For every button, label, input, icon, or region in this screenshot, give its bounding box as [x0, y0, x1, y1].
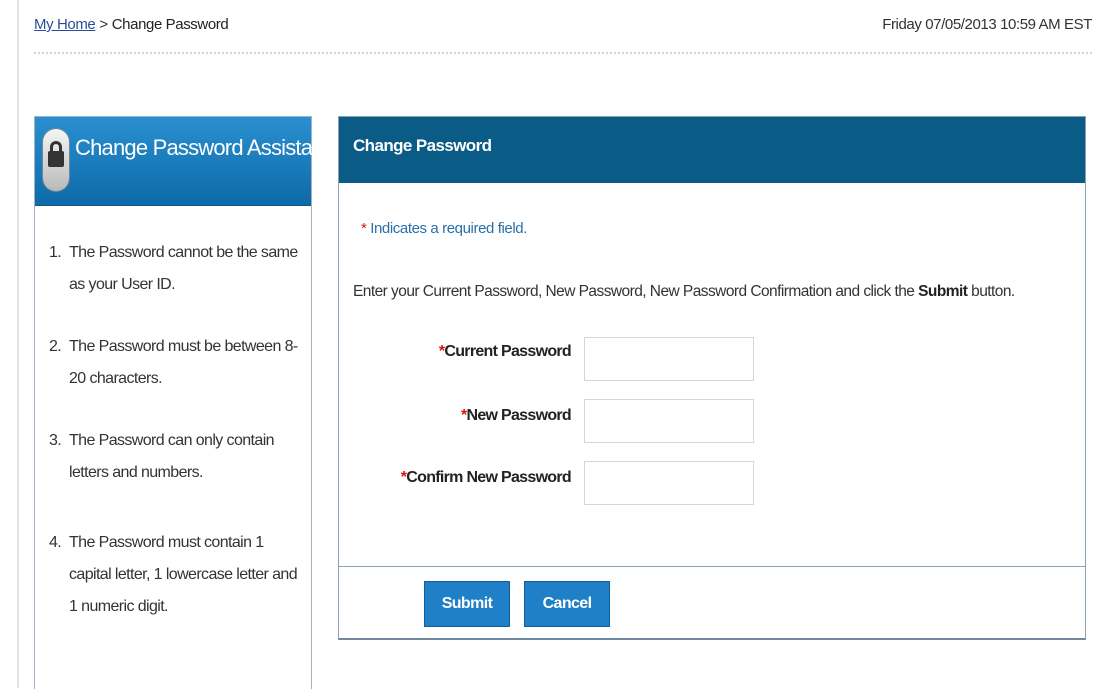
- new-password-label-text: New Password: [466, 407, 571, 424]
- assistance-item-text: The Password cannot be the same as your …: [69, 244, 298, 293]
- required-star: *: [361, 220, 367, 237]
- assistance-item: 4. The Password must contain 1 capital l…: [49, 527, 301, 623]
- assistance-item: 3. The Password can only contain letters…: [49, 425, 301, 489]
- current-datetime: Friday 07/05/2013 10:59 AM EST: [882, 16, 1092, 33]
- assistance-item: 1. The Password cannot be the same as yo…: [49, 237, 301, 301]
- new-password-input[interactable]: [584, 399, 754, 443]
- breadcrumb-separator: >: [99, 16, 108, 33]
- assistance-panel: Change Password Assistance 1. The Passwo…: [34, 116, 346, 689]
- top-bar: My Home > Change Password Friday 07/05/201…: [34, 14, 1092, 44]
- assistance-item-number: 3.: [49, 432, 62, 449]
- confirm-password-label-text: Confirm New Password: [406, 469, 571, 486]
- new-password-label: *New Password: [461, 407, 572, 425]
- change-password-panel: Change Password * Indicates a required f…: [338, 116, 1086, 640]
- form-footer-divider: [339, 566, 1085, 567]
- current-password-label-text: Current Password: [444, 343, 571, 360]
- required-note-text: Indicates a required field.: [370, 220, 528, 237]
- assistance-item-text: The Password must be between 8-20 charac…: [69, 338, 298, 387]
- assistance-title: Change Password Assistance: [75, 135, 346, 160]
- current-password-label: *Current Password: [439, 343, 572, 361]
- lock-icon: [43, 129, 69, 191]
- assistance-item: 2. The Password must be between 8-20 cha…: [49, 331, 301, 395]
- confirm-password-label: *Confirm New Password: [401, 469, 572, 487]
- form-instructions: Enter your Current Password, New Passwor…: [353, 283, 1015, 301]
- header-divider: [34, 52, 1092, 54]
- confirm-password-input[interactable]: [584, 461, 754, 505]
- required-field-note: * Indicates a required field.: [361, 220, 527, 237]
- change-password-header: Change Password: [339, 117, 1085, 183]
- instructions-text: Enter your Current Password, New Passwor…: [353, 283, 915, 300]
- page-left-border: [17, 0, 19, 688]
- breadcrumb: My Home > Change Password: [34, 16, 229, 33]
- instructions-submit-word: Submit: [918, 283, 968, 300]
- instructions-suffix: button.: [971, 283, 1015, 300]
- assistance-item-number: 1.: [49, 244, 62, 261]
- current-password-input[interactable]: [584, 337, 754, 381]
- breadcrumb-current: Change Password: [111, 16, 229, 33]
- assistance-item-number: 2.: [49, 338, 62, 355]
- assistance-item-number: 4.: [49, 534, 62, 551]
- assistance-item-text: The Password must contain 1 capital lett…: [69, 534, 298, 615]
- breadcrumb-home-link[interactable]: My Home: [34, 16, 96, 33]
- assistance-item-text: The Password can only contain letters an…: [69, 432, 275, 481]
- submit-button[interactable]: Submit: [424, 581, 510, 627]
- cancel-button[interactable]: Cancel: [524, 581, 610, 627]
- assistance-header: Change Password Assistance: [35, 117, 346, 206]
